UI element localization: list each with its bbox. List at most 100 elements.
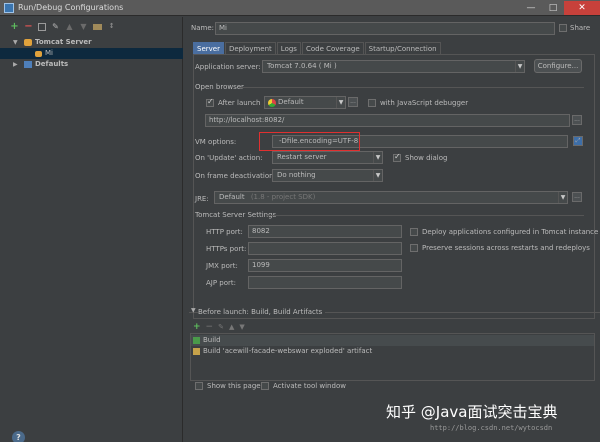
show-dialog-checkbox[interactable]	[393, 152, 401, 162]
jre-more-button[interactable]: ...	[572, 192, 582, 202]
browser-more-button[interactable]: ...	[348, 97, 358, 107]
https-port-field[interactable]	[248, 242, 402, 255]
browser-select[interactable]: Default ▼	[264, 96, 346, 109]
share-checkbox[interactable]	[559, 24, 567, 32]
tab-logs[interactable]: Logs	[276, 42, 301, 54]
https-port-label: HTTPs port:	[206, 245, 247, 253]
js-debugger-label: with JavaScript debugger	[380, 99, 469, 107]
app-icon	[4, 3, 14, 13]
url-more-button[interactable]: ...	[572, 115, 582, 125]
http-port-label: HTTP port:	[206, 228, 243, 236]
tab-code-coverage[interactable]: Code Coverage	[301, 42, 364, 54]
activate-tool-label: Activate tool window	[273, 382, 346, 390]
show-dialog-label: Show dialog	[405, 154, 448, 162]
vm-options-highlight	[259, 132, 360, 151]
tab-server[interactable]: Server	[193, 42, 224, 54]
remove-icon[interactable]: −	[24, 22, 33, 32]
on-update-label: On 'Update' action:	[195, 154, 263, 162]
preserve-checkbox[interactable]	[410, 244, 418, 252]
url-field[interactable]: http://localhost:8082/	[205, 114, 570, 127]
on-frame-value: Do nothing	[277, 171, 316, 179]
tomcat-settings-separator	[267, 215, 584, 216]
before-launch-list: Build Build 'acewill-facade-webswar expl…	[190, 333, 595, 381]
chevron-down-icon: ▼	[373, 170, 382, 181]
chevron-down-icon: ▼	[336, 97, 345, 108]
open-browser-label: Open browser	[195, 83, 244, 91]
ajp-port-label: AJP port:	[206, 279, 237, 287]
move-down-icon[interactable]: ▼	[79, 22, 88, 31]
config-detail-pane: Name: Mi Share Server Deployment Logs Co…	[184, 17, 600, 442]
list-item-label: Build	[203, 336, 221, 344]
config-tabs: Server Deployment Logs Code Coverage Sta…	[193, 42, 442, 54]
maximize-button[interactable]: □	[542, 1, 564, 15]
watermark-url: http://blog.csdn.net/wytocsdn	[430, 424, 553, 432]
show-page-label: Show this page	[207, 382, 261, 390]
minimize-button[interactable]: —	[520, 1, 542, 15]
tree-item-tomcat-server[interactable]: ▼ Tomcat Server	[0, 37, 183, 48]
title-bar: Run/Debug Configurations — □ ✕	[0, 0, 600, 16]
tomcat-icon	[24, 39, 32, 46]
on-update-select[interactable]: Restart server ▼	[272, 151, 383, 164]
activate-tool-checkbox[interactable]	[261, 382, 269, 390]
tab-deployment[interactable]: Deployment	[224, 42, 276, 54]
name-field[interactable]: Mi	[215, 22, 555, 35]
expand-right-icon[interactable]: ▶	[13, 59, 18, 70]
help-icon[interactable]: ?	[12, 431, 25, 442]
move-up-icon[interactable]: ▲	[229, 323, 234, 331]
tomcat-icon	[35, 51, 42, 57]
on-frame-select[interactable]: Do nothing ▼	[272, 169, 383, 182]
jre-select[interactable]: Default (1.8 - project SDK) ▼	[214, 191, 568, 204]
app-server-select[interactable]: Tomcat 7.0.64 ( Mi ) ▼	[262, 60, 525, 73]
show-page-checkbox[interactable]	[195, 382, 203, 390]
js-debugger-checkbox[interactable]	[368, 99, 376, 107]
expand-icon[interactable]: ⤢	[573, 136, 583, 146]
before-launch-title: Before launch: Build, Build Artifacts	[198, 308, 326, 316]
app-server-label: Application server:	[195, 63, 261, 71]
browser-value: Default	[278, 98, 304, 106]
sort-icon[interactable]: ↕	[107, 22, 116, 31]
after-launch-checkbox[interactable]	[206, 97, 214, 107]
chevron-down-icon: ▼	[558, 192, 567, 203]
window-title: Run/Debug Configurations	[18, 3, 124, 12]
before-launch-toolbar: + − ✎ ▲ ▼	[193, 322, 245, 332]
copy-icon[interactable]	[38, 22, 46, 31]
tomcat-settings-label: Tomcat Server Settings	[195, 211, 277, 219]
add-icon[interactable]: +	[193, 322, 201, 332]
tree-item-label: Tomcat Server	[35, 38, 92, 46]
tree-item-mi[interactable]: Mi	[0, 48, 183, 59]
build-icon	[193, 337, 200, 344]
folder-icon[interactable]	[93, 23, 102, 30]
list-item[interactable]: Build	[191, 335, 594, 346]
preserve-label: Preserve sessions across restarts and re…	[422, 244, 590, 252]
deploy-label: Deploy applications configured in Tomcat…	[422, 228, 599, 236]
edit-icon[interactable]: ✎	[218, 323, 224, 331]
on-update-value: Restart server	[277, 153, 327, 161]
move-down-icon[interactable]: ▼	[239, 323, 244, 331]
vm-options-label: VM options:	[195, 138, 237, 146]
open-browser-separator	[239, 87, 584, 88]
jmx-port-label: JMX port:	[206, 262, 238, 270]
window-controls: — □ ✕	[520, 0, 600, 16]
on-frame-label: On frame deactivation:	[195, 172, 276, 180]
defaults-icon	[24, 61, 32, 68]
tree-item-defaults[interactable]: ▶ Defaults	[0, 59, 183, 70]
list-item[interactable]: Build 'acewill-facade-webswar exploded' …	[191, 346, 594, 357]
add-icon[interactable]: +	[10, 22, 19, 32]
tab-startup-connection[interactable]: Startup/Connection	[364, 42, 441, 54]
jmx-port-field[interactable]: 1099	[248, 259, 402, 272]
close-button[interactable]: ✕	[564, 1, 600, 15]
collapse-icon[interactable]: ▼	[191, 307, 196, 314]
http-port-field[interactable]: 8082	[248, 225, 402, 238]
chevron-down-icon: ▼	[373, 152, 382, 163]
tree-item-label: Defaults	[35, 60, 69, 68]
list-item-label: Build 'acewill-facade-webswar exploded' …	[203, 347, 373, 355]
move-up-icon[interactable]: ▲	[65, 22, 74, 31]
configure-button[interactable]: Configure...	[534, 59, 582, 73]
wrench-icon[interactable]: ✎	[51, 22, 60, 31]
deploy-checkbox[interactable]	[410, 228, 418, 236]
config-tree: ▼ Tomcat Server Mi ▶ Defaults	[0, 37, 183, 70]
ajp-port-field[interactable]	[248, 276, 402, 289]
expand-down-icon[interactable]: ▼	[13, 37, 18, 48]
artifact-icon	[193, 348, 200, 355]
remove-icon[interactable]: −	[206, 322, 214, 332]
